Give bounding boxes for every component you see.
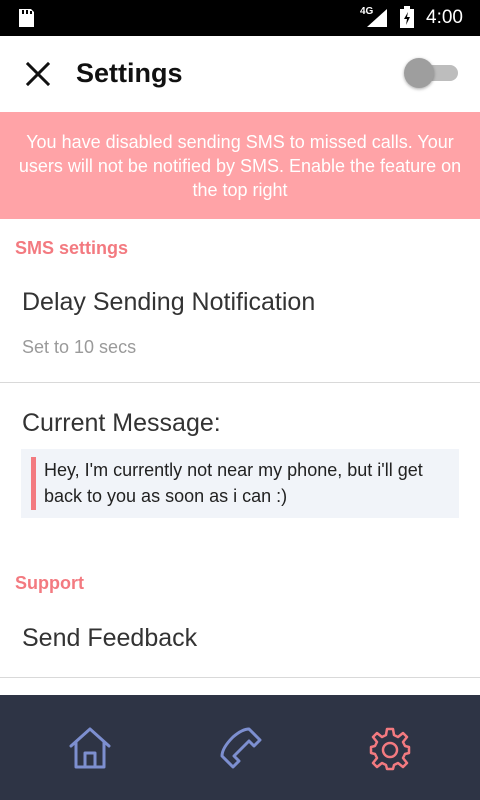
banner-text: You have disabled sending SMS to missed … [18, 132, 462, 200]
section-header-sms-settings: SMS settings [15, 238, 129, 258]
delay-notification-subtitle[interactable]: Set to 10 secs [22, 337, 136, 358]
battery-icon [400, 6, 414, 28]
message-accent-bar [31, 457, 36, 510]
delay-notification-title[interactable]: Delay Sending Notification [22, 288, 315, 317]
home-icon[interactable] [67, 725, 113, 771]
current-message-text: Hey, I'm currently not near my phone, bu… [44, 460, 423, 506]
current-message-box[interactable]: Hey, I'm currently not near my phone, bu… [21, 449, 459, 518]
status-bar: 4G 4:00 [0, 0, 480, 36]
bottom-navigation [0, 695, 480, 800]
section-header-support: Support [15, 573, 84, 593]
sms-disabled-banner: You have disabled sending SMS to missed … [0, 112, 480, 219]
signal-icon [367, 9, 387, 27]
sd-card-icon [19, 9, 34, 27]
sms-toggle[interactable] [404, 58, 458, 88]
page-title: Settings [76, 58, 183, 88]
status-time: 4:00 [426, 7, 463, 28]
gear-icon[interactable] [367, 725, 413, 771]
sms-toggle-thumb[interactable] [404, 58, 434, 88]
app-bar: Settings [0, 36, 480, 112]
send-feedback-item[interactable]: Send Feedback [22, 624, 197, 653]
current-message-title: Current Message: [22, 409, 221, 437]
divider [0, 677, 480, 678]
close-icon[interactable] [22, 58, 54, 90]
divider [0, 382, 480, 383]
phone-icon[interactable] [218, 725, 264, 771]
